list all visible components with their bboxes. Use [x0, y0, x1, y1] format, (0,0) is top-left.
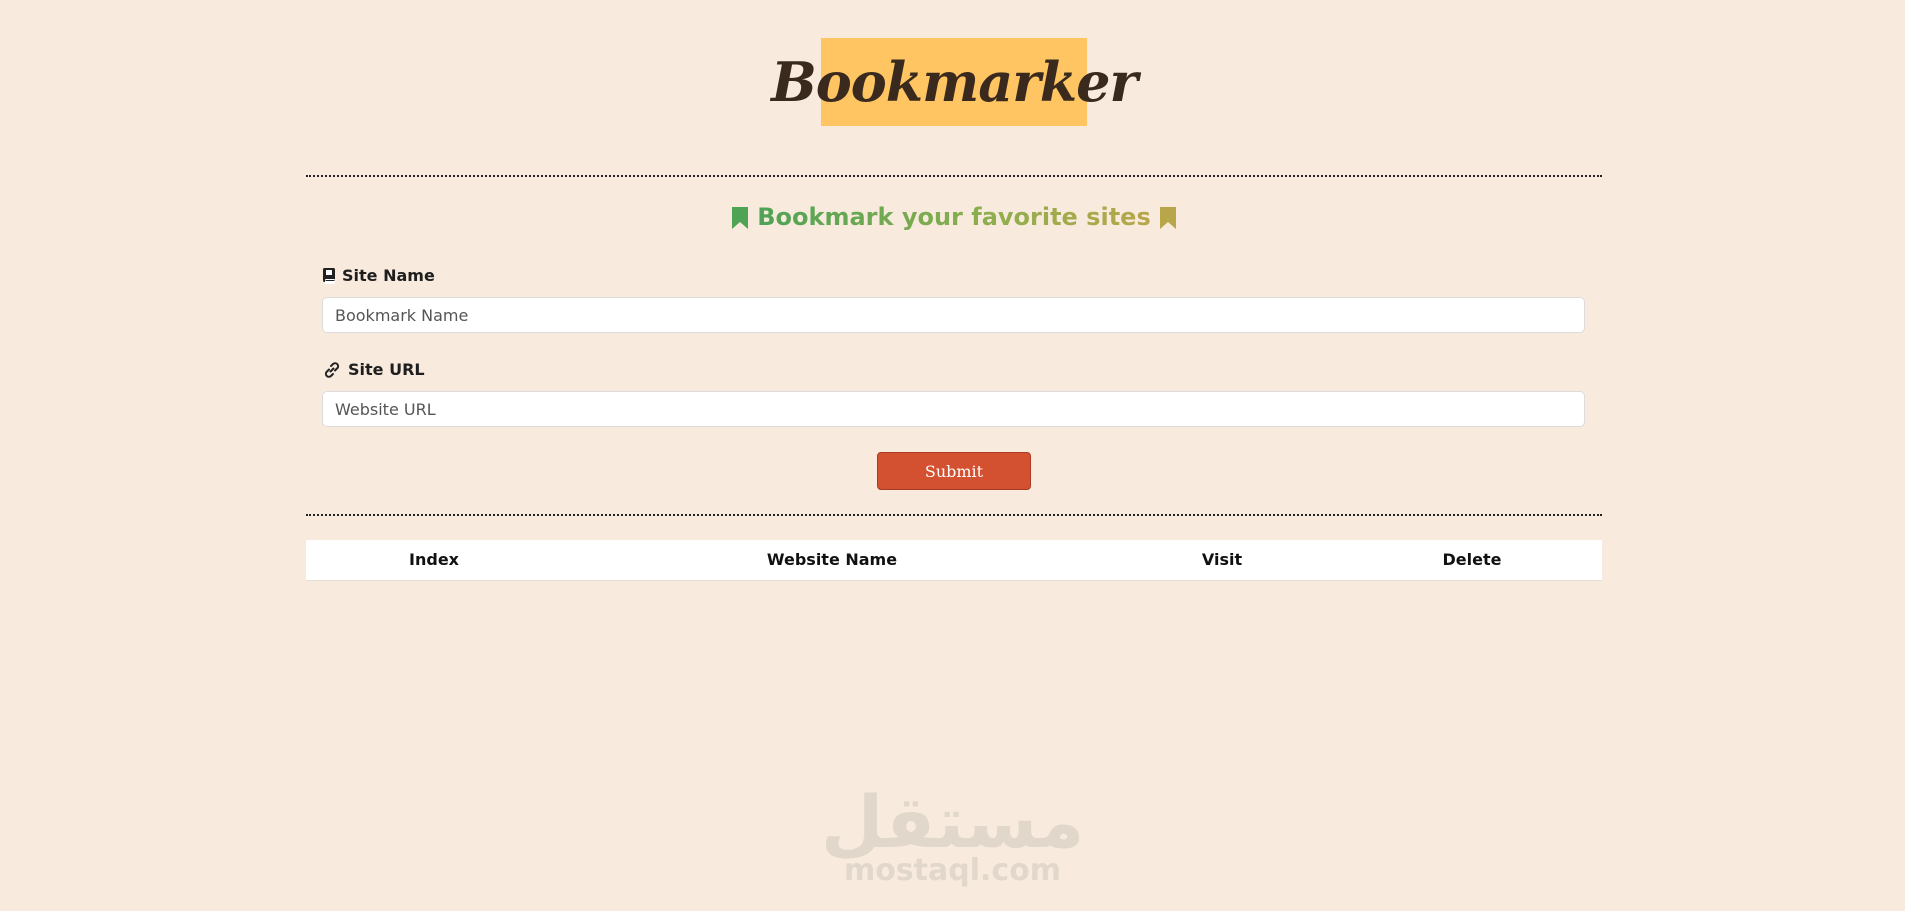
site-name-label-text: Site Name: [342, 266, 435, 285]
column-header-index: Index: [409, 550, 459, 569]
site-name-input[interactable]: [322, 297, 1585, 333]
link-icon: [324, 361, 340, 378]
site-url-label-text: Site URL: [348, 360, 425, 379]
page-heading: Bookmark your favorite sites: [306, 200, 1602, 234]
bookmark-icon: [731, 207, 748, 229]
bottom-divider: [306, 514, 1602, 516]
watermark-arabic: مستقل: [820, 780, 1085, 864]
logo: Bookmarker: [771, 38, 1138, 126]
site-url-label: Site URL: [322, 360, 425, 379]
column-header-website-name: Website Name: [766, 550, 898, 569]
site-name-label: Site Name: [322, 266, 435, 285]
column-header-delete: Delete: [1442, 550, 1502, 569]
page: Bookmarker Bookmark your favorite sites …: [0, 0, 1905, 911]
site-url-input[interactable]: [322, 391, 1585, 427]
watermark: مستقل mostaql.com: [800, 782, 1105, 886]
bookmarks-table-header: Index Website Name Visit Delete: [306, 540, 1602, 581]
heading-text: Bookmark your favorite sites: [757, 203, 1151, 231]
top-divider: [306, 175, 1602, 177]
logo-text: Bookmarker: [771, 50, 1138, 114]
watermark-latin: mostaql.com: [843, 853, 1062, 888]
submit-button[interactable]: Submit: [877, 452, 1031, 490]
column-header-visit: Visit: [1201, 550, 1243, 569]
bookmark-icon: [1160, 207, 1177, 229]
book-icon: [323, 267, 335, 284]
